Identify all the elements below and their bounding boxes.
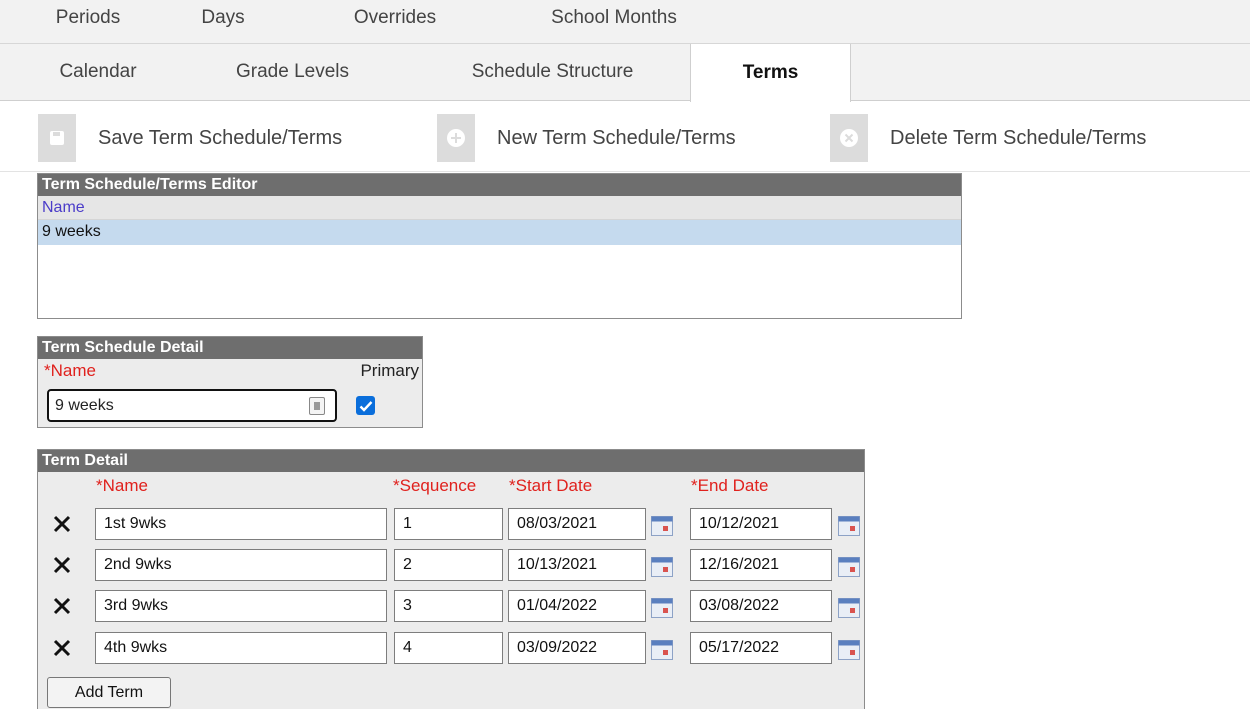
close-circle-icon [830, 114, 868, 162]
header-end-date: *End Date [691, 476, 769, 495]
primary-label: Primary [360, 361, 419, 380]
delete-x-icon[interactable] [52, 555, 72, 575]
tab-school-months[interactable]: School Months [514, 0, 714, 43]
term-sequence-field[interactable]: 3 [394, 590, 503, 622]
toolbar: Save Term Schedule/Terms New Term Schedu… [0, 102, 1250, 172]
term-end-date-field[interactable]: 03/08/2022 [690, 590, 832, 622]
header-start-date: *Start Date [509, 476, 593, 495]
calendar-icon[interactable] [838, 598, 860, 618]
term-name-field[interactable]: 1st 9wks [95, 508, 387, 540]
term-name-field[interactable]: 3rd 9wks [95, 590, 387, 622]
tab-bar-top: Periods Days Overrides School Months [0, 0, 1250, 44]
tab-bar-bottom: Calendar Grade Levels Schedule Structure… [0, 44, 1250, 102]
term-start-date-field[interactable]: 01/04/2022 [508, 590, 646, 622]
calendar-icon[interactable] [651, 640, 673, 660]
add-term-button[interactable]: Add Term [47, 677, 171, 708]
editor-column-name[interactable]: Name [38, 196, 961, 220]
editor-row[interactable]: 9 weeks [38, 220, 961, 245]
term-detail-title: Term Detail [38, 450, 864, 472]
schedule-name-value: 9 weeks [55, 397, 114, 414]
term-name-field[interactable]: 4th 9wks [95, 632, 387, 664]
tab-overrides[interactable]: Overrides [325, 0, 465, 43]
term-start-date-field[interactable]: 03/09/2022 [508, 632, 646, 664]
header-sequence: *Sequence [393, 476, 477, 495]
calendar-icon[interactable] [651, 557, 673, 577]
term-start-date-field[interactable]: 08/03/2021 [508, 508, 646, 540]
tab-grade-levels[interactable]: Grade Levels [205, 44, 380, 100]
editor-title: Term Schedule/Terms Editor [38, 174, 961, 196]
term-row: 4th 9wks 4 03/09/2022 05/17/2022 [38, 632, 866, 665]
checkmark-icon [359, 400, 372, 412]
plus-circle-icon [437, 114, 475, 162]
tab-schedule-structure[interactable]: Schedule Structure [430, 44, 675, 100]
tab-days[interactable]: Days [178, 0, 268, 43]
detail-title: Term Schedule Detail [38, 337, 422, 359]
term-sequence-field[interactable]: 4 [394, 632, 503, 664]
calendar-icon[interactable] [838, 640, 860, 660]
term-detail: Term Detail *Name *Sequence *Start Date … [37, 449, 865, 709]
term-row: 2nd 9wks 2 10/13/2021 12/16/2021 [38, 549, 866, 582]
primary-checkbox[interactable] [356, 396, 375, 415]
tab-terms[interactable]: Terms [690, 44, 851, 102]
calendar-icon[interactable] [838, 516, 860, 536]
term-schedule-detail: Term Schedule Detail *Name Primary 9 wee… [37, 336, 423, 428]
calendar-icon[interactable] [651, 516, 673, 536]
name-label: *Name [44, 361, 96, 380]
term-sequence-field[interactable]: 1 [394, 508, 503, 540]
delete-x-icon[interactable] [52, 638, 72, 658]
term-end-date-field[interactable]: 05/17/2022 [690, 632, 832, 664]
term-start-date-field[interactable]: 10/13/2021 [508, 549, 646, 581]
term-name-field[interactable]: 2nd 9wks [95, 549, 387, 581]
save-label: Save Term Schedule/Terms [98, 126, 343, 149]
schedule-name-input[interactable]: 9 weeks [47, 389, 337, 422]
input-helper-icon[interactable] [309, 397, 325, 415]
calendar-icon[interactable] [838, 557, 860, 577]
delete-button[interactable]: Delete Term Schedule/Terms [830, 114, 1146, 162]
tab-periods[interactable]: Periods [28, 0, 148, 43]
save-button[interactable]: Save Term Schedule/Terms [38, 114, 342, 162]
calendar-icon[interactable] [651, 598, 673, 618]
new-button[interactable]: New Term Schedule/Terms [437, 114, 736, 162]
tab-calendar[interactable]: Calendar [28, 44, 168, 100]
delete-x-icon[interactable] [52, 596, 72, 616]
term-sequence-field[interactable]: 2 [394, 549, 503, 581]
term-end-date-field[interactable]: 10/12/2021 [690, 508, 832, 540]
term-end-date-field[interactable]: 12/16/2021 [690, 549, 832, 581]
term-row: 3rd 9wks 3 01/04/2022 03/08/2022 [38, 590, 866, 623]
new-label: New Term Schedule/Terms [497, 126, 736, 149]
save-icon [38, 114, 76, 162]
delete-label: Delete Term Schedule/Terms [890, 126, 1147, 149]
delete-x-icon[interactable] [52, 514, 72, 534]
header-name: *Name [96, 476, 148, 495]
term-schedule-editor: Term Schedule/Terms Editor Name 9 weeks [37, 173, 962, 319]
term-row: 1st 9wks 1 08/03/2021 10/12/2021 [38, 508, 866, 541]
